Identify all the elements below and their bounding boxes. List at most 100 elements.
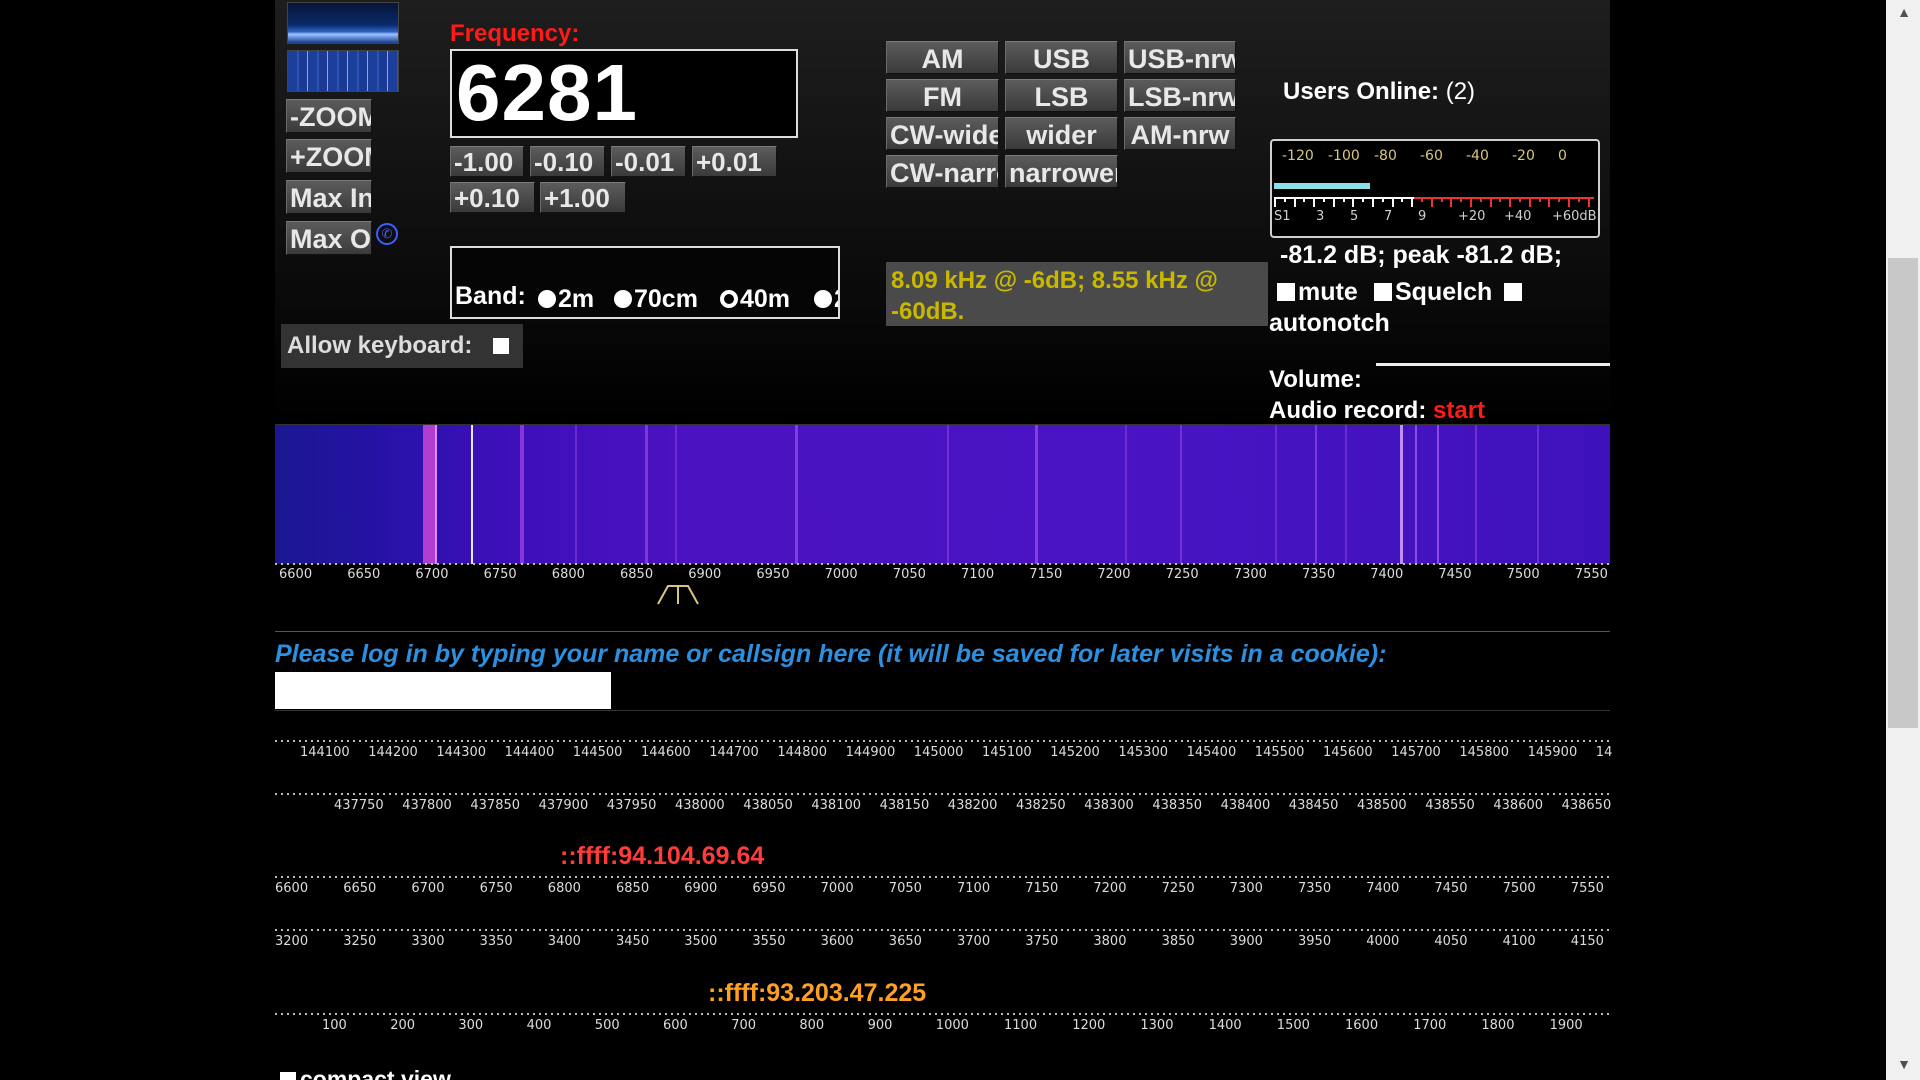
waterfall-axis-label: 7050 [892,567,926,582]
narrower-button[interactable]: narrower [1005,155,1118,188]
s-meter-tick [1528,197,1531,207]
waterfall-background [275,425,1610,564]
scale-40m-label: 7200 [1093,881,1127,896]
scale-160m-ticks [275,1013,1610,1015]
squelch-checkbox[interactable] [1374,283,1392,301]
s-meter-tick [1283,197,1286,202]
mode-lsb-button[interactable]: LSB [1005,79,1118,112]
s-meter-dbm-scale: -120 -100 -80 -60 -40 -20 0 [1282,148,1592,164]
step-minus-0.10-button[interactable]: -0.10 [530,146,605,177]
mode-usb-button[interactable]: USB [1005,41,1118,74]
callsign-input[interactable] [275,672,611,709]
max-out-button[interactable]: Max Out [286,221,372,255]
band-option-label: 20m [552,314,602,317]
band-option-40m[interactable]: 40m [720,285,790,314]
max-in-button[interactable]: Max In [286,180,372,214]
band-option-2m[interactable]: 2m [538,285,594,314]
audio-record-start-link[interactable]: start [1433,397,1485,424]
zoom-in-button[interactable]: +ZOOM [286,139,372,173]
scale-70cm-label: 438350 [1152,798,1203,813]
band-option-70cm[interactable]: 70cm [614,285,698,314]
step-plus-0.10-button[interactable]: +0.10 [450,182,535,213]
autonotch-checkbox[interactable] [1504,283,1522,301]
scale-70cm-label: 438400 [1220,798,1271,813]
volume-slider[interactable] [1376,363,1610,366]
dbm-tick-label: -40 [1466,148,1489,164]
scale-2m-label: 144900 [845,745,896,760]
band-option-label: 20m [834,285,838,313]
scale-80m-label: 3400 [547,934,581,949]
waterfall-axis-label: 7450 [1438,567,1472,582]
scale-80m-label: 3850 [1161,934,1195,949]
scale-80m-label: 4100 [1502,934,1536,949]
scale-80m-label: 3800 [1093,934,1127,949]
step-minus-0.01-button[interactable]: -0.01 [611,146,686,177]
mode-cw-wide-button[interactable]: CW-wide [886,117,999,150]
s-meter-tick [1558,197,1561,202]
allow-keyboard-checkbox[interactable] [493,338,509,354]
scale-80m-label: 3300 [411,934,445,949]
dbm-tick-label: -100 [1328,148,1360,164]
scale-2m-label: 144700 [709,745,759,760]
compact-view-label: compact view [300,1066,451,1080]
waterfall-signal-trace [675,425,677,564]
radio-40m[interactable] [720,290,738,308]
scale-80m-label: 4000 [1366,934,1400,949]
step-plus-0.01-button[interactable]: +0.01 [692,146,777,177]
waterfall-axis-label: 7250 [1165,567,1199,582]
mode-fm-button[interactable]: FM [886,79,999,112]
scale-80m-label: 3600 [820,934,854,949]
scale-2m-label: 145000 [913,745,964,760]
radio-2m[interactable] [538,290,556,308]
phone-icon[interactable]: ✆ [376,223,398,245]
scale-40m-label: 6900 [684,881,718,896]
scroll-up-arrow-icon[interactable]: ▲ [1896,4,1912,20]
s-meter-tick [1274,197,1276,207]
dbm-tick-label: -20 [1512,148,1535,164]
compact-view: compact view [280,1066,451,1080]
radio-70cm[interactable] [614,290,632,308]
scale-2m-label: 14 [1595,745,1613,760]
radio-20m[interactable] [814,290,832,308]
band-option-label: 40m [740,285,791,313]
mode-usb-nrw-button[interactable]: USB-nrw [1124,41,1236,74]
step-plus-1-button[interactable]: +1.00 [540,182,626,213]
scrollbar-thumb[interactable] [1888,258,1918,728]
signal-level-readout: -81.2 dB; peak -81.2 dB; [1280,241,1563,269]
band-option-160m[interactable]: 160m [634,314,718,317]
scale-40m-label: 6700 [411,881,445,896]
mode-am-button[interactable]: AM [886,41,999,74]
waterfall-signal-trace [947,425,949,564]
waterfall-thumbnail[interactable] [287,50,399,92]
waterfall-display[interactable] [275,424,1610,564]
mode-cw-narrow-button[interactable]: CW-narrow [886,155,999,188]
mode-am-nrw-button[interactable]: AM-nrw [1124,117,1236,150]
zoom-out-button[interactable]: -ZOOM [286,99,372,133]
wider-button[interactable]: wider [1005,117,1118,150]
scale-80m-label: 3350 [479,934,513,949]
band-option-20m[interactable]: 20m [814,285,838,314]
frequency-input[interactable]: 6281 [456,53,638,133]
scale-40m-label: 7050 [888,881,922,896]
s-meter-tick [1391,197,1394,207]
scale-2m-label: 145400 [1186,745,1237,760]
mode-lsb-nrw-button[interactable]: LSB-nrw [1124,79,1236,112]
scale-70cm-label: 438300 [1084,798,1134,813]
scale-70cm-label: 438550 [1425,798,1475,813]
s-meter-tick [1430,197,1433,207]
scale-2m-label: 145500 [1254,745,1305,760]
step-minus-1-button[interactable]: -1.00 [450,146,524,177]
scale-160m-label: 500 [594,1018,620,1033]
spectrum-thumbnail[interactable] [287,2,399,44]
mute-checkbox[interactable] [1277,283,1295,301]
s-meter-tick [1489,197,1492,207]
scale-40m-label: 6650 [343,881,377,896]
waterfall-signal-trace [1275,425,1277,564]
scroll-down-arrow-icon[interactable]: ▼ [1896,1056,1912,1072]
squelch-label: Squelch [1395,278,1493,306]
frequency-input-box[interactable]: 6281 [450,49,798,138]
scale-2m-label: 145100 [982,745,1032,760]
scale-40m-label: 7400 [1366,881,1400,896]
compact-view-checkbox[interactable] [280,1072,296,1080]
passband-filter-marker[interactable] [656,580,700,606]
